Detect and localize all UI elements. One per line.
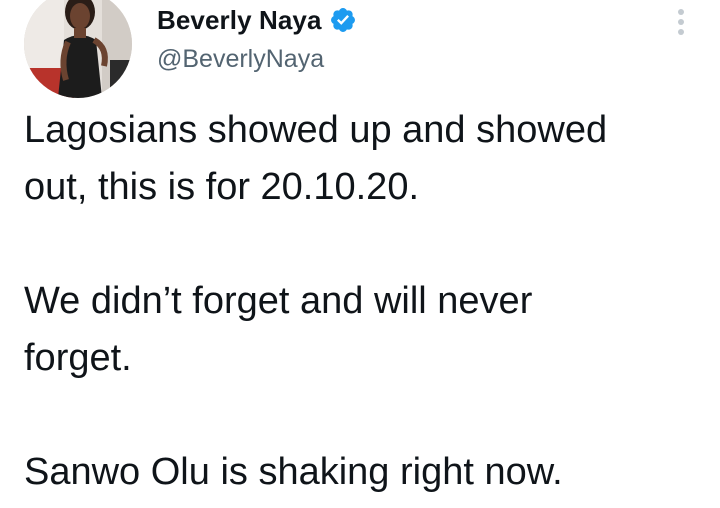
menu-dot [678, 9, 684, 15]
display-name[interactable]: Beverly Naya [157, 5, 322, 36]
tweet-paragraph: Sanwo Olu is shaking right now. [24, 451, 563, 493]
tweet-text: Lagosians showed up and showed out, this… [24, 102, 714, 501]
avatar[interactable] [24, 0, 132, 98]
user-handle[interactable]: @BeverlyNaya [157, 45, 357, 74]
menu-dot [678, 19, 684, 25]
menu-dot [678, 29, 684, 35]
more-options-icon[interactable] [672, 4, 690, 40]
verified-badge-icon [329, 6, 357, 34]
tweet-card[interactable]: Beverly Naya @BeverlyNaya Lagosians show… [0, 0, 720, 508]
tweet-paragraph: Lagosians showed up and showed out, this… [24, 109, 608, 208]
profile-photo [24, 0, 132, 98]
name-row: Beverly Naya [157, 2, 357, 38]
tweet-paragraph: We didn’t forget and will never forget. [24, 280, 533, 379]
author-info: Beverly Naya @BeverlyNaya [157, 2, 357, 74]
